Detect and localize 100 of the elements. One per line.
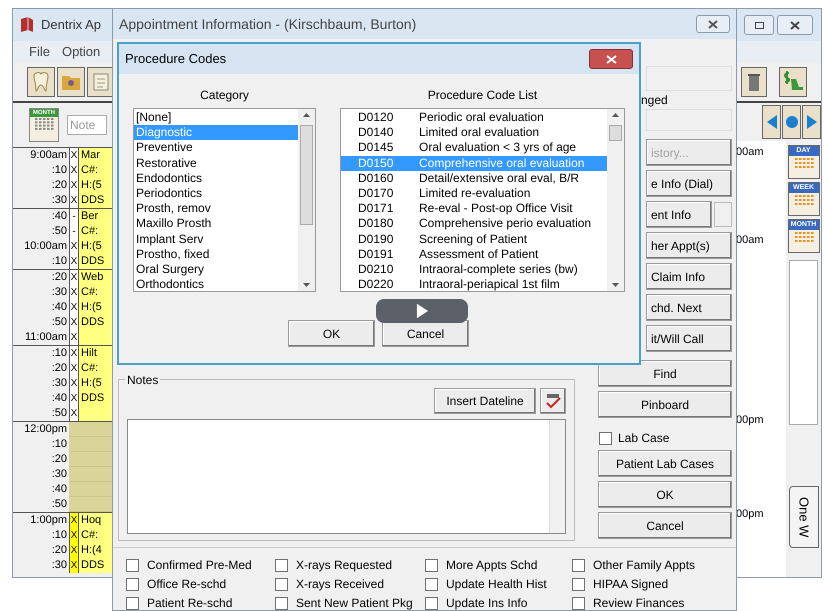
checkbox[interactable] [275, 558, 288, 572]
close-button[interactable] [777, 15, 813, 35]
menu-item[interactable]: Option [62, 42, 100, 62]
list-item[interactable]: [None] [134, 110, 298, 126]
procedure-code-list[interactable] [340, 108, 625, 292]
list-item[interactable]: D0220 Intraoral-periapical 1st film [341, 277, 607, 291]
list-item[interactable]: Implant Serv [134, 232, 298, 247]
insert-dateline-button[interactable]: Insert Dateline [434, 388, 536, 414]
checkbox[interactable] [126, 578, 139, 590]
list-item[interactable]: D0171 Re-eval - Post-op Office Visit [341, 201, 607, 216]
appointment-text[interactable]: DDS [79, 315, 113, 330]
scroll-down-icon[interactable] [612, 283, 619, 287]
checkbox[interactable] [275, 596, 288, 610]
list-item[interactable]: Restorative [134, 156, 298, 171]
scroll-thumb[interactable] [300, 125, 313, 225]
appointment-text[interactable]: H:(5 [79, 239, 113, 254]
status-mark: X [69, 315, 79, 330]
list-item[interactable]: D0145 Oral evaluation < 3 yrs of age [341, 140, 607, 156]
checkbox[interactable] [572, 596, 585, 610]
close-button[interactable] [589, 49, 633, 69]
folder-icon[interactable] [57, 67, 85, 97]
action-button[interactable]: chd. Next [646, 294, 732, 321]
list-item[interactable]: D0210 Intraoral-complete series (bw) [341, 262, 607, 278]
appointment-text[interactable]: H:(4 [79, 543, 113, 558]
appointment-text[interactable] [79, 330, 113, 345]
checkbox[interactable] [275, 578, 288, 590]
list-item[interactable]: D0120 Periodic oral evaluation [341, 110, 607, 126]
list-item[interactable]: Maxillo Prosth [134, 216, 298, 232]
list-item[interactable]: Prosth, remov [134, 201, 298, 216]
action-button[interactable]: ent Info [646, 201, 712, 228]
list-item[interactable]: D0190 Screening of Patient [341, 232, 607, 247]
today-button[interactable] [782, 105, 801, 139]
right-arrow-button[interactable] [802, 105, 821, 139]
action-button[interactable]: Patient Lab Cases [598, 450, 732, 477]
appointment-text[interactable]: Ber [79, 209, 113, 224]
checkbox[interactable] [126, 558, 139, 572]
appointment-text[interactable]: DDS [79, 391, 113, 406]
action-button[interactable]: it/Will Call [646, 325, 732, 352]
list-item[interactable]: Endodontics [134, 170, 298, 186]
scroll-up-icon[interactable] [303, 113, 310, 117]
appointment-text[interactable]: DDS [79, 558, 113, 573]
list-item[interactable]: D0180 Comprehensive perio evaluation [341, 216, 607, 232]
week-tab[interactable]: One W [788, 486, 818, 548]
appointment-text[interactable] [79, 406, 113, 421]
list-item[interactable]: D0160 Detail/extensive oral eval, B/R [341, 170, 607, 186]
action-button[interactable]: Cancel [598, 512, 732, 539]
appointment-text[interactable]: Web [79, 270, 113, 285]
list-item[interactable]: D0170 Limited re-evaluation [341, 186, 607, 202]
action-button[interactable]: her Appt(s) [646, 232, 732, 259]
appointment-text[interactable]: DDS [79, 193, 113, 208]
find-button[interactable]: Find [598, 360, 732, 387]
list-item[interactable]: Orthodontics [134, 277, 298, 292]
calendar-grid-icon [794, 156, 814, 170]
appointment-text[interactable]: H:(5 [79, 178, 113, 193]
procedure-code: D0170 [357, 186, 394, 202]
appointment-text[interactable]: C#: [79, 361, 113, 376]
scroll-up-icon[interactable] [612, 113, 619, 117]
checkbox[interactable] [425, 578, 438, 590]
dollar-chair-icon[interactable] [779, 67, 807, 97]
appointment-text[interactable]: C#: [79, 528, 113, 543]
checkbox[interactable] [425, 558, 438, 572]
checkbox[interactable] [572, 578, 585, 590]
pinboard-button[interactable]: Pinboard [598, 391, 732, 418]
list-item[interactable]: D0191 Assessment of Patient [341, 246, 607, 262]
list-item[interactable]: Prostho, fixed [134, 246, 298, 262]
left-arrow-button[interactable] [762, 105, 781, 139]
appointment-text[interactable]: C#: [79, 224, 113, 239]
tooth-icon[interactable] [27, 67, 55, 97]
action-button[interactable]: OK [598, 481, 732, 508]
action-button[interactable]: Claim Info [646, 263, 732, 290]
list-item[interactable]: Oral Surgery [134, 262, 298, 278]
checkbox[interactable] [599, 432, 612, 444]
list-item[interactable]: Preventive [134, 140, 298, 156]
appointment-text[interactable]: H:(5 [79, 300, 113, 315]
spell-check-button[interactable] [540, 388, 566, 414]
checkbox[interactable] [572, 558, 585, 572]
list-item[interactable]: Periodontics [134, 186, 298, 202]
appointment-text[interactable]: Mar [79, 148, 113, 163]
checkbox[interactable] [425, 596, 438, 610]
checkbox[interactable] [126, 596, 139, 610]
appointment-text[interactable]: DDS [79, 254, 113, 269]
appointment-text[interactable]: C#: [79, 285, 113, 300]
close-icon [708, 20, 718, 28]
field [714, 202, 732, 227]
restore-button[interactable] [744, 15, 774, 35]
menu-item[interactable]: File [29, 42, 50, 62]
dialog-button[interactable]: OK [288, 320, 375, 347]
action-button[interactable]: e Info (Dial) [646, 170, 732, 197]
list-item[interactable]: D0140 Limited oral evaluation [341, 125, 607, 140]
scroll-thumb[interactable] [609, 125, 622, 141]
play-button[interactable] [376, 299, 468, 323]
appointment-text[interactable]: Hoq [79, 513, 113, 528]
appointment-text[interactable]: C#: [79, 163, 113, 178]
close-button[interactable] [696, 15, 730, 33]
notes-field[interactable] [127, 419, 566, 534]
category-list[interactable]: [None] Diagnostic Preventive Restorative Endodontics Periodontics Prosth, remov Maxillo Prosth Implant Serv Prostho, fixed Oral Surgery Orthodontics [133, 108, 316, 292]
appointment-text[interactable]: H:(5 [79, 376, 113, 391]
appointment-text[interactable]: Hilt [79, 346, 113, 361]
trash-icon[interactable] [741, 67, 767, 97]
scroll-down-icon[interactable] [303, 283, 310, 287]
